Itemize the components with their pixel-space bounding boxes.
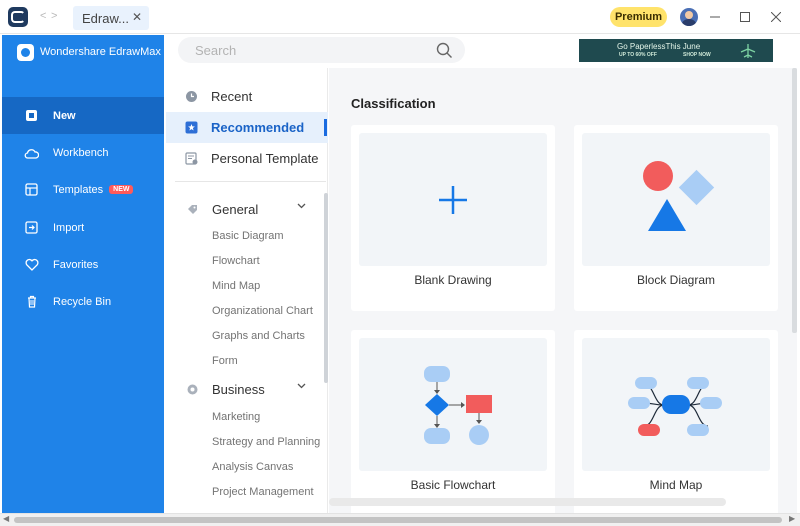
brand-name: Wondershare EdrawMax [40,46,161,58]
sidebar-item-label: Recycle Bin [53,295,112,308]
user-avatar[interactable] [680,8,698,26]
new-badge: NEW [109,185,134,194]
category-recommended[interactable]: Recommended [166,112,328,143]
sidebar-item-workbench[interactable]: Workbench [2,134,164,171]
clock-icon [185,90,198,103]
subcategory-basic-diagram[interactable]: Basic Diagram [212,230,284,246]
main-content: Classification Blank Drawing Block Diagr… [329,68,797,513]
banner-headline: Go PaperlessThis June [617,42,701,51]
sidebar-item-label: Workbench [53,146,109,159]
sidebar-item-favorites[interactable]: Favorites [2,246,164,283]
card-basic-flowchart[interactable]: Basic Flowchart [351,330,555,513]
sidebar-item-recycle-bin[interactable]: Recycle Bin [2,283,164,320]
personal-template-icon [185,152,198,165]
plus-icon [439,186,467,214]
subcategory-graphs-and-charts[interactable]: Graphs and Charts [212,330,305,346]
sidebar-item-new[interactable]: New [2,97,164,134]
scroll-right-icon[interactable]: ▶ [789,514,795,523]
sidebar-item-templates[interactable]: Templates NEW [2,171,164,208]
sidebar-item-label: New [53,109,76,122]
category-scrollbar[interactable] [324,193,328,383]
section-title: Classification [351,96,436,111]
category-label: Recommended [211,120,305,135]
search-input[interactable] [178,37,418,63]
subcategory-strategy-and-planning[interactable]: Strategy and Planning [212,436,320,452]
group-business[interactable]: Business [166,377,326,401]
chevron-down-icon[interactable] [297,381,306,393]
card-block-diagram[interactable]: Block Diagram [574,125,778,311]
subcategory-mind-map[interactable]: Mind Map [212,280,260,296]
left-sidebar: Wondershare EdrawMax New Workbench Templ… [2,35,164,513]
content-horizontal-scrollbar[interactable] [329,498,726,506]
category-recent[interactable]: Recent [166,81,328,112]
category-panel: Recent Recommended Personal Template Gen… [166,68,328,513]
import-icon [24,220,39,235]
search-icon[interactable] [436,42,453,62]
templates-icon [24,182,39,197]
block-diagram-thumbnail [643,161,715,231]
sidebar-item-label: Templates [53,183,104,196]
document-tab[interactable]: Edraw... ✕ [73,6,149,30]
card-blank-drawing[interactable]: Blank Drawing [351,125,555,311]
close-window-icon[interactable] [767,8,785,26]
back-arrow-icon[interactable]: < [40,10,46,22]
banner-discount: UP TO 60% OFF [619,52,657,58]
promo-banner[interactable]: Go PaperlessThis June UP TO 60% OFF SHOP… [579,39,773,62]
sidebar-item-label: Favorites [53,258,99,271]
banner-cta: SHOP NOW [683,52,711,58]
chevron-down-icon[interactable] [297,201,306,213]
category-label: Personal Template [211,151,319,166]
group-label: General [212,201,259,217]
forward-arrow-icon[interactable]: > [51,10,57,22]
title-bar: < > Edraw... ✕ Premium [0,0,800,34]
card-mind-map[interactable]: Mind Map [574,330,778,513]
card-thumbnail [359,338,547,471]
sidebar-item-import[interactable]: Import [2,209,164,246]
document-tab-title: Edraw... [82,10,129,26]
flowchart-thumbnail [424,366,492,445]
window-horizontal-scrollbar[interactable]: ◀ ▶ [0,513,800,526]
scroll-left-icon[interactable]: ◀ [3,514,9,523]
card-thumbnail [582,338,770,471]
star-icon [185,121,198,134]
card-thumbnail [359,133,547,266]
category-personal-template[interactable]: Personal Template [166,143,328,174]
trash-icon [24,294,39,309]
subcategory-organizational-chart[interactable]: Organizational Chart [212,305,313,321]
premium-button[interactable]: Premium [610,7,667,27]
business-icon [186,383,199,396]
card-label: Blank Drawing [414,273,492,287]
sidebar-item-label: Import [53,221,85,234]
heart-icon [24,257,39,272]
subcategory-project-management[interactable]: Project Management [212,486,314,502]
card-label: Block Diagram [636,273,716,287]
category-label: Recent [211,89,253,104]
search-bar [178,37,465,63]
subcategory-analysis-canvas[interactable]: Analysis Canvas [212,461,293,477]
subcategory-flowchart[interactable]: Flowchart [212,255,260,271]
cloud-icon [24,145,39,160]
close-tab-icon[interactable]: ✕ [132,10,142,24]
content-vertical-scrollbar[interactable] [792,68,797,333]
card-thumbnail [582,133,770,266]
card-label: Basic Flowchart [410,478,496,492]
plane-icon [739,43,757,62]
edrawmax-logo-icon [17,43,34,61]
divider [175,181,326,182]
group-general[interactable]: General [166,197,326,221]
subcategory-form[interactable]: Form [212,355,238,371]
new-file-icon [24,108,39,123]
maximize-icon[interactable] [736,8,754,26]
card-label: Mind Map [649,478,703,492]
minimize-icon[interactable] [706,8,724,26]
app-logo-icon[interactable] [8,7,28,27]
subcategory-marketing[interactable]: Marketing [212,411,260,427]
brand: Wondershare EdrawMax [17,43,161,61]
mind-map-thumbnail [628,377,722,436]
scrollbar-thumb[interactable] [14,517,782,523]
group-label: Business [212,381,265,397]
general-icon [186,203,199,216]
